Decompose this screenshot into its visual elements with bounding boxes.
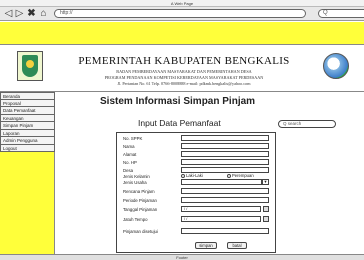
field-label-pinjaman-disetujui: Pinjaman disetujui [123, 229, 158, 234]
radio-label-perempuan: Perempuan [232, 173, 254, 178]
browser-search-input[interactable]: Q [318, 9, 364, 18]
close-icon[interactable]: ✖ [26, 8, 37, 19]
page-title: Sistem Informasi Simpan Pinjam [100, 96, 256, 107]
alamat-input[interactable] [181, 151, 269, 157]
jenis-usaha-select[interactable] [181, 179, 262, 185]
header-title: PEMERINTAH KABUPATEN BENGKALIS [78, 55, 290, 67]
header-line-2: PROGRAM PENDANAAN KOMPETISI KEBERDAYAAN … [104, 75, 264, 80]
field-label-alamat: Alamat [123, 152, 137, 157]
sidebar-item-logout[interactable]: Logout [0, 144, 55, 152]
batal-button[interactable]: batal [227, 242, 247, 249]
no-sppk-input[interactable] [181, 135, 269, 141]
sidebar: Beranda Proposal Data Pemanfaat Keuangan… [0, 92, 55, 254]
field-label-desa: Desa [123, 168, 134, 173]
search-input[interactable]: Q search [278, 120, 336, 128]
address-bar[interactable]: http:// [54, 9, 306, 18]
sidebar-item-beranda[interactable]: Beranda [0, 92, 55, 100]
sidebar-item-simpan-pinjam[interactable]: Simpan Pinjam [0, 122, 55, 130]
input-form: No. SPPK Nama Alamat No. HP Desa Jenis K… [116, 132, 276, 253]
field-label-jenis-kelamin: Jenis Kelamin [123, 174, 150, 179]
main-content: Sistem Informasi Simpan Pinjam Input Dat… [56, 92, 364, 254]
jatuh-tempo-input[interactable]: / / [181, 216, 261, 222]
browser-toolbar: ◁ ▷ ✖ ⌂ http:// Q [0, 7, 364, 21]
no-hp-input[interactable] [181, 159, 269, 165]
calendar-icon[interactable] [263, 206, 269, 212]
page-header: PEMERINTAH KABUPATEN BENGKALIS BADAN PEM… [0, 44, 364, 92]
form-title: Input Data Pemanfaat [138, 118, 221, 128]
field-label-rencana-pinjam: Rencana Pinjam [123, 189, 155, 194]
calendar-icon[interactable] [263, 216, 269, 222]
field-label-jatuh-tempo: Jatuh Tempo [123, 217, 148, 222]
sidebar-item-admin-pengguna[interactable]: Admin Pengguna [0, 137, 55, 145]
sidebar-item-data-pemanfaat[interactable]: Data Pemanfaat [0, 107, 55, 115]
chevron-down-icon[interactable]: ▼ [262, 179, 269, 185]
page-footer: Footer [0, 254, 364, 260]
simpan-button[interactable]: simpan [195, 242, 217, 249]
top-banner-bar [0, 22, 364, 44]
regency-logo [17, 51, 43, 81]
field-label-nama: Nama [123, 144, 135, 149]
window-titlebar: A Web Page [0, 0, 364, 7]
forward-icon[interactable]: ▷ [14, 8, 25, 19]
header-line-3: Jl. Pertanian No. 61 Telp. 0766-8008888 … [117, 81, 251, 86]
rencana-pinjam-input[interactable] [181, 188, 269, 194]
back-icon[interactable]: ◁ [3, 8, 14, 19]
radio-perempuan[interactable]: Perempuan [227, 173, 254, 178]
header-line-1: BADAN PEMBERDAYAAN MASYARAKAT DAN PEMERI… [116, 69, 252, 74]
field-label-periode-pinjaman: Periode Pinjaman [123, 198, 157, 203]
radio-laki-laki[interactable]: Laki-Laki [181, 173, 203, 178]
radio-label-laki-laki: Laki-Laki [186, 173, 203, 178]
footer-text: Footer [176, 255, 188, 260]
sidebar-item-laporan[interactable]: Laporan [0, 129, 55, 137]
field-label-tanggal-pinjaman: Tanggal Pinjaman [123, 207, 158, 212]
sidebar-item-proposal[interactable]: Proposal [0, 99, 55, 107]
periode-pinjaman-input[interactable] [181, 197, 269, 203]
radio-circle-icon [227, 173, 231, 178]
sidebar-item-keuangan[interactable]: Keuangan [0, 114, 55, 122]
radio-circle-icon [181, 173, 185, 178]
shield-icon [22, 55, 38, 77]
nama-input[interactable] [181, 143, 269, 149]
field-label-jenis-usaha: Jenis Usaha [123, 180, 147, 185]
field-label-no-hp: No. HP [123, 160, 137, 165]
home-icon[interactable]: ⌂ [38, 8, 49, 19]
program-logo [323, 53, 349, 79]
window-title: A Web Page [170, 1, 194, 6]
tanggal-pinjaman-input[interactable]: / / [181, 206, 261, 212]
pinjaman-disetujui-input[interactable] [181, 228, 269, 234]
field-label-no-sppk: No. SPPK [123, 136, 143, 141]
